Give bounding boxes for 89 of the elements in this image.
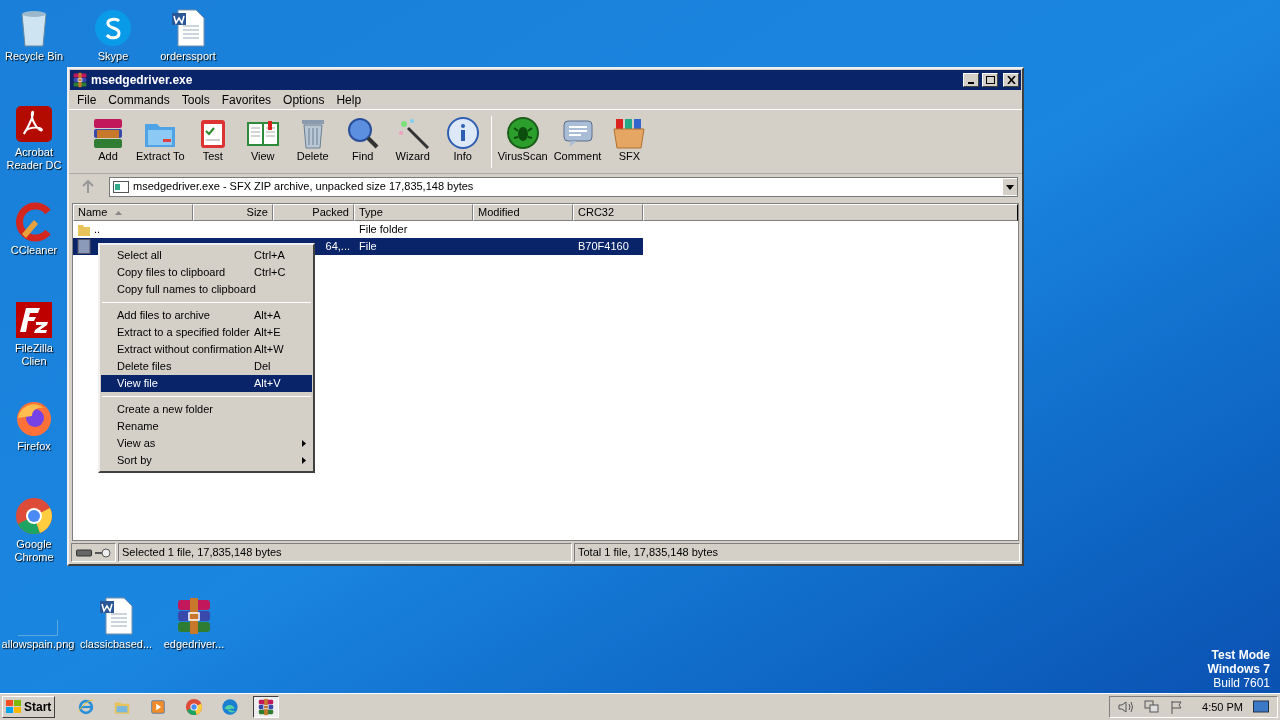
context-menu-item[interactable]: View as [101, 435, 312, 452]
menu-item[interactable]: File [71, 90, 103, 109]
context-menu-item[interactable]: Extract to a specified folder Alt+E [101, 324, 312, 341]
table-cell: File folder [359, 223, 408, 236]
toolbar-button[interactable]: Info [437, 116, 488, 163]
os-notice-text: Windows 7 [1207, 662, 1270, 676]
table-cell: B70F4160 [578, 240, 629, 253]
toolbar-button[interactable]: Test [187, 116, 238, 163]
column-header[interactable]: Type [354, 204, 473, 221]
menu-item[interactable]: Options [277, 90, 331, 109]
image-file-icon [18, 620, 58, 636]
table-cell: File [359, 240, 377, 253]
file-icon [77, 239, 91, 254]
desktop-icon-label[interactable]: allowspain.png [1, 638, 75, 651]
table-cell-text: 64,... [325, 239, 350, 255]
file-row[interactable]: .. File folder [73, 221, 643, 238]
desktop-icon-label[interactable]: FileZilla Clien [2, 342, 66, 368]
desktop-icon-label[interactable]: Skype [97, 50, 129, 63]
address-field[interactable]: msedgedriver.exe - SFX ZIP archive, unpacked size 17,835,148 bytes [109, 176, 1018, 197]
column-header[interactable]: Modified [473, 204, 573, 221]
context-menu-item[interactable]: Create a new folder [101, 401, 312, 418]
key-icon [95, 547, 111, 558]
column-header[interactable]: CRC32 [573, 204, 643, 221]
context-menu-item[interactable]: Rename [101, 418, 312, 435]
minimize-button[interactable] [963, 73, 979, 87]
context-menu-item[interactable]: Copy files to clipboard Ctrl+C [101, 264, 312, 281]
close-button[interactable] [1003, 73, 1019, 87]
desktop-icon-label[interactable]: Acrobat Reader DC [2, 146, 66, 172]
toolbar-button[interactable]: Extract To [133, 116, 188, 163]
context-menu-item[interactable]: Extract without confirmation Alt+W [101, 341, 312, 358]
column-header[interactable]: Name [73, 204, 193, 221]
bug-icon [505, 116, 540, 150]
menu-item[interactable]: Commands [102, 90, 176, 109]
taskbar-app[interactable] [253, 696, 280, 718]
pdf-reader-icon [14, 104, 54, 144]
os-notice-text: Test Mode [1211, 648, 1270, 662]
chrome-icon [14, 496, 54, 536]
window-file-icon [113, 180, 129, 193]
show-desktop-icon[interactable] [1253, 700, 1269, 714]
archive-icon [257, 698, 276, 716]
desktop-icon-label[interactable]: classicbased... [79, 638, 153, 651]
context-menu-item[interactable]: Copy full names to clipboard [101, 281, 312, 298]
os-notice-text: Build 7601 [1213, 676, 1270, 690]
speaker-icon[interactable] [1118, 700, 1135, 714]
toolbar-button[interactable]: View [237, 116, 288, 163]
table-cell-text: .. [94, 222, 101, 238]
menu-item[interactable]: Help [330, 90, 368, 109]
close-icon [1006, 76, 1016, 84]
desktop-icon-label[interactable]: Recycle Bin [4, 50, 64, 63]
desktop-icon-label[interactable]: edgedriver... [163, 638, 225, 651]
maximize-button[interactable] [982, 73, 998, 87]
box-icon [612, 116, 647, 150]
menu-item[interactable]: Tools [175, 90, 216, 109]
status-bar-right: Total 1 file, 17,835,148 bytes [574, 543, 1020, 562]
toolbar-button[interactable]: Wizard [387, 116, 438, 163]
drive-icon [76, 548, 92, 557]
toolbar-button[interactable]: Delete [287, 116, 338, 163]
desktop-icon-label[interactable]: Firefox [17, 440, 51, 453]
toolbar-button[interactable]: SFX [604, 116, 655, 163]
flag-icon[interactable] [1170, 700, 1185, 714]
context-menu-item[interactable]: Add files to archive Alt+A [101, 307, 312, 324]
context-menu-item[interactable]: View file Alt+V [101, 375, 312, 392]
windows-logo-icon [6, 700, 22, 714]
info-icon [445, 116, 480, 150]
desktop-icon-label[interactable]: CCleaner [10, 244, 58, 257]
context-menu-item[interactable]: Delete files Del [101, 358, 312, 375]
start-button[interactable]: Start [2, 696, 56, 718]
toolbar-button[interactable]: Comment [550, 116, 605, 163]
clock[interactable]: 4:50 PM [1202, 698, 1243, 716]
folder-icon [77, 222, 91, 237]
desktop-icon-label[interactable]: Google Chrome [2, 538, 66, 564]
status-bar-left: Selected 1 file, 17,835,148 bytes [118, 543, 572, 562]
maximize-icon [985, 76, 995, 84]
desktop-icon-label[interactable]: orderssport [160, 50, 216, 63]
chrome-icon [185, 698, 204, 716]
context-menu-item[interactable]: Sort by [101, 452, 312, 469]
archive-icon [72, 72, 88, 88]
column-header[interactable]: Packed [273, 204, 354, 221]
toolbar-button[interactable]: Add [83, 116, 133, 163]
skype-icon [93, 8, 133, 48]
search-icon [345, 116, 380, 150]
archive-icon [91, 116, 125, 150]
network-icon[interactable] [1144, 700, 1161, 714]
filezilla-icon [14, 300, 54, 340]
toolbar-button[interactable]: Find [337, 116, 388, 163]
window-title: msedgedriver.exe [91, 72, 194, 89]
menu-item[interactable]: Favorites [215, 90, 278, 109]
column-header[interactable]: Size [193, 204, 273, 221]
toolbar-button[interactable]: VirusScan [494, 116, 551, 163]
